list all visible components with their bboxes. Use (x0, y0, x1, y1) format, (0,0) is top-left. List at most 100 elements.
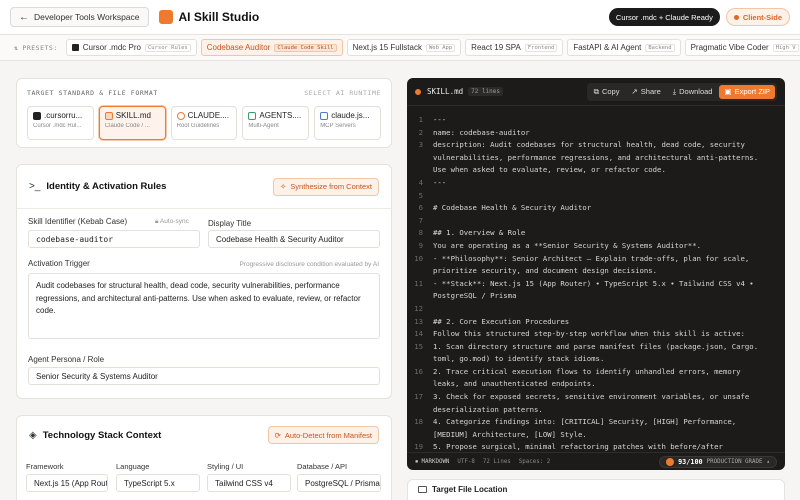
code-line: 7 (407, 215, 785, 228)
cursor-icon (71, 44, 79, 51)
skill-icon (104, 111, 113, 120)
code-line: prioritize security, and document design… (407, 265, 785, 278)
code-line: 1 --- (407, 114, 785, 127)
skill-id-input[interactable]: codebase-auditor (28, 230, 200, 248)
share-button[interactable]: ↗ Share (626, 85, 665, 99)
language-label: Language (116, 462, 150, 471)
line-text: ## 1. Overview & Role (433, 228, 526, 238)
line-number: 4 (418, 177, 423, 187)
synthesize-button[interactable]: ✧ Synthesize from Context (273, 177, 379, 196)
copy-icon: ⧉ (593, 86, 599, 96)
preset-fastapi-agent[interactable]: FastAPI & AI Agent Backend (567, 39, 681, 56)
persona-label: Agent Persona / Role (28, 355, 105, 364)
line-text: - **Stack**: Next.js 15 (App Router) • T… (433, 278, 754, 288)
back-button[interactable]: ← Developer Tools Workspace (10, 7, 149, 27)
code-line: [MEDIUM] Architecture, [LOW] Style. (407, 429, 785, 442)
editor-line-count: 72 lines (468, 87, 504, 96)
trigger-label: Activation Trigger (28, 259, 90, 268)
autosync-toggle[interactable]: 🔒︎ Auto-sync (155, 218, 189, 226)
line-text: 1. Scan directory structure and parse ma… (433, 341, 759, 351)
line-number (407, 265, 433, 278)
stack-card: ◈ Technology Stack Context ⟳ Auto-Detect… (16, 415, 392, 500)
display-title-input[interactable]: Codebase Health & Security Auditor (208, 230, 380, 248)
agents-icon (248, 111, 257, 120)
archive-icon: ▣ (724, 87, 732, 96)
format-option-claude-json[interactable]: claude.js... MCP Servers (314, 106, 381, 140)
detect-icon: ⟳ (274, 430, 281, 440)
line-number: 15 (414, 341, 423, 351)
copy-button[interactable]: ⧉ Copy (589, 85, 625, 99)
stack-title: Technology Stack Context (42, 429, 162, 441)
presets-label: ⇅ PRESETS: (14, 43, 58, 52)
line-number (407, 429, 433, 442)
line-text: 3. Check for exposed secrets, sensitive … (433, 392, 750, 402)
language-input[interactable]: TypeScript 5.x (116, 474, 200, 492)
mode-label: Client-Side (742, 12, 782, 22)
code-line: 4 --- (407, 177, 785, 190)
database-label: Database / API (297, 462, 348, 471)
format-option-claude-md[interactable]: CLAUDE.... Root Guidelines (170, 106, 238, 140)
folder-icon (418, 486, 427, 493)
display-title-label: Display Title (208, 219, 252, 228)
format-option-cursorrules[interactable]: .cursorru... Cursor .mdc Rul... (27, 106, 94, 140)
trigger-textarea[interactable]: Audit codebases for structural health, d… (28, 273, 380, 339)
code-line: toml, go.mod) to identify stack idioms. (407, 353, 785, 366)
line-text: You are operating as a **Senior Security… (433, 240, 701, 250)
top-bar: ← Developer Tools Workspace AI Skill Stu… (0, 0, 800, 35)
code-line: 10 - **Philosophy**: Senior Architect — E… (407, 253, 785, 266)
auto-detect-button[interactable]: ⟳ Auto-Detect from Manifest (267, 426, 379, 444)
line-text: [MEDIUM] Architecture, [LOW] Style. (433, 429, 587, 439)
trigger-hint: Progressive disclosure condition evaluat… (239, 261, 379, 268)
download-button[interactable]: ⤓ Download (668, 85, 718, 99)
preset-vibe-coder[interactable]: Pragmatic Vibe Coder High V (684, 39, 800, 56)
code-line: 11 - **Stack**: Next.js 15 (App Router) •… (407, 278, 785, 291)
line-number: 12 (414, 303, 423, 313)
code-line: vulnerabilities, performance regressions… (407, 152, 785, 165)
preset-codebase-auditor[interactable]: Codebase Auditor Claude Code Skill (200, 39, 343, 56)
format-section-title: TARGET STANDARD & FILE FORMAT (27, 89, 158, 97)
format-option-agents-md[interactable]: AGENTS.... Multi-Agent (242, 106, 310, 140)
app-title: AI Skill Studio (178, 10, 260, 24)
preset-react-spa[interactable]: React 19 SPA Frontend (465, 39, 564, 56)
identity-card: >_ Identity & Activation Rules ✧ Synthes… (16, 164, 392, 399)
status-dot-icon (733, 14, 739, 20)
preset-cursor-mdc-pro[interactable]: Cursor .mdc Pro Cursor Rules (65, 39, 197, 56)
line-number: 17 (414, 392, 423, 402)
line-number (407, 164, 433, 177)
format-card: TARGET STANDARD & FILE FORMAT SELECT AI … (16, 78, 392, 148)
styling-input[interactable]: Tailwind CSS v4 (207, 474, 291, 492)
framework-input[interactable]: Next.js 15 (App Rout (26, 474, 108, 492)
code-line: 17 3. Check for exposed secrets, sensitiv… (407, 391, 785, 404)
persona-input[interactable]: Senior Security & Systems Auditor (28, 367, 380, 385)
format-option-skill-md[interactable]: SKILL.md Claude Code / ... (98, 106, 166, 140)
line-number: 5 (418, 190, 423, 200)
line-number: 11 (414, 278, 423, 288)
line-text: toml, go.mod) to identify stack idioms. (433, 354, 605, 364)
code-content[interactable]: 1 --- 2 name: codebase-auditor 3 description:… (407, 106, 785, 454)
spaces-indicator: Spaces: 2 (518, 458, 551, 465)
app-logo-icon (158, 10, 173, 24)
code-line: PostgreSQL / Prisma (407, 290, 785, 303)
code-line: 6 # Codebase Health & Security Auditor (407, 202, 785, 215)
lines-indicator: 72 Lines (482, 458, 511, 465)
terminal-icon: >_ (29, 181, 41, 192)
code-line: 9 You are operating as a **Senior Securit… (407, 240, 785, 253)
line-text: Follow this structured step-by-step work… (433, 329, 745, 339)
code-line: 12 (407, 303, 785, 316)
line-number: 8 (418, 228, 423, 238)
line-text: # Codebase Health & Security Auditor (433, 203, 592, 213)
sliders-icon: ⇅ (14, 43, 19, 52)
line-text: - **Philosophy**: Senior Architect — Exp… (433, 253, 750, 263)
code-line: 18 4. Categorize findings into: [CRITICAL… (407, 416, 785, 429)
code-line: 14 Follow this structured step-by-step wo… (407, 328, 785, 341)
preset-nextjs-fullstack[interactable]: Next.js 15 Fullstack Web App (346, 39, 462, 56)
line-text: deserialization patterns. (433, 404, 543, 414)
editor-toolbar: ⧉ Copy ↗ Share ⤓ Download ▣ Export ZIP (586, 82, 777, 101)
export-zip-button[interactable]: ▣ Export ZIP (719, 84, 775, 99)
cursor-icon (33, 111, 41, 120)
quality-score-badge[interactable]: 93/100 PRODUCTION GRADE ▴ (659, 455, 777, 468)
line-number: 3 (418, 140, 423, 150)
database-input[interactable]: PostgreSQL / Prisma (297, 474, 381, 492)
back-label: Developer Tools Workspace (34, 12, 140, 22)
line-text: vulnerabilities, performance regressions… (433, 152, 759, 162)
